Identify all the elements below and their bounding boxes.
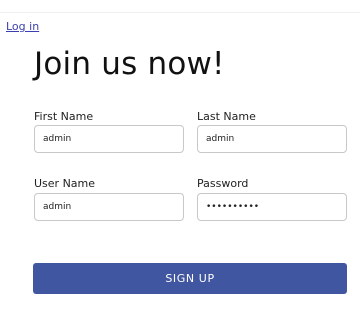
password-field[interactable] <box>197 193 347 221</box>
user-name-label: User Name <box>34 177 96 190</box>
header-divider <box>0 12 360 13</box>
sign-up-button[interactable]: SIGN UP <box>33 263 347 294</box>
last-name-label: Last Name <box>197 110 256 123</box>
user-name-field[interactable] <box>34 193 184 221</box>
page-title: Join us now! <box>34 46 225 82</box>
first-name-field[interactable] <box>34 125 184 153</box>
first-name-label: First Name <box>34 110 94 123</box>
password-label: Password <box>197 177 249 190</box>
last-name-field[interactable] <box>197 125 347 153</box>
login-link[interactable]: Log in <box>6 20 39 33</box>
signup-page: Log in Join us now! First Name Last Name… <box>0 0 360 323</box>
